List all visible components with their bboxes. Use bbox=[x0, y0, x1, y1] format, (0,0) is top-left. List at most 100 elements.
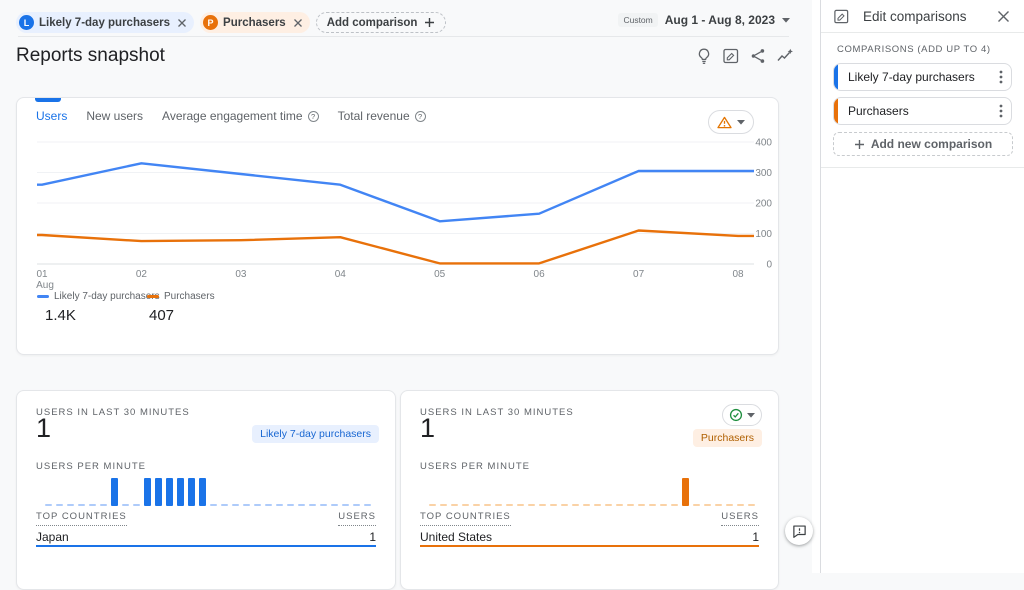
minute-bar bbox=[517, 504, 524, 506]
add-new-comparison-button[interactable]: Add new comparison bbox=[833, 132, 1013, 156]
minute-bar bbox=[671, 504, 678, 506]
country-users-value: 1 bbox=[369, 530, 376, 544]
svg-text:06: 06 bbox=[534, 269, 546, 280]
country-users-value: 1 bbox=[752, 530, 759, 544]
date-range-selector[interactable]: Custom Aug 1 - Aug 8, 2023 bbox=[618, 13, 790, 27]
minute-bar bbox=[704, 504, 711, 506]
panel-divider bbox=[821, 167, 1024, 168]
svg-text:03: 03 bbox=[235, 269, 247, 280]
insights-spark-icon[interactable] bbox=[775, 46, 795, 66]
tab-label: Users bbox=[36, 109, 67, 123]
minute-bar bbox=[199, 478, 206, 506]
remove-comparison-icon[interactable] bbox=[291, 17, 303, 28]
add-comparison-button[interactable]: Add comparison bbox=[316, 12, 447, 33]
edit-comparison-icon[interactable] bbox=[721, 46, 741, 66]
comparison-chip[interactable]: LLikely 7-day purchasers bbox=[16, 12, 194, 33]
legend-item: Likely 7-day purchasers1.4K bbox=[37, 291, 160, 324]
legend-value: 407 bbox=[149, 307, 215, 324]
close-icon[interactable] bbox=[995, 8, 1012, 25]
users-per-minute-label: USERS PER MINUTE bbox=[420, 461, 530, 472]
remove-comparison-icon[interactable] bbox=[175, 17, 187, 28]
svg-text:07: 07 bbox=[633, 269, 645, 280]
tab-users[interactable]: Users bbox=[36, 109, 67, 123]
legend-label-row: Purchasers bbox=[147, 291, 215, 302]
add-new-comparison-label: Add new comparison bbox=[871, 137, 992, 151]
minute-bar bbox=[660, 504, 667, 506]
users-30min-value: 1 bbox=[420, 413, 435, 444]
minute-bar bbox=[364, 504, 371, 506]
help-icon[interactable]: ? bbox=[308, 111, 319, 122]
data-quality-button[interactable] bbox=[708, 110, 754, 134]
check-circle-icon bbox=[729, 408, 743, 422]
tab-new-users[interactable]: New users bbox=[86, 109, 143, 123]
users-per-minute-chart bbox=[45, 476, 371, 506]
users-30min-label: USERS IN LAST 30 MINUTES bbox=[36, 407, 190, 418]
comparison-avatar: P bbox=[203, 15, 218, 30]
top-countries-header: TOP COUNTRIES USERS bbox=[420, 511, 759, 526]
kebab-menu-icon[interactable] bbox=[991, 70, 1011, 84]
minute-bar bbox=[111, 478, 118, 506]
minute-bar bbox=[166, 478, 173, 506]
edit-comparison-icon bbox=[833, 8, 850, 25]
comparisons-section-label: COMPARISONS (ADD UP TO 4) bbox=[821, 33, 1024, 63]
minute-bar bbox=[232, 504, 239, 506]
minute-bar bbox=[550, 504, 557, 506]
minute-bar bbox=[45, 504, 52, 506]
comparison-item-card[interactable]: Likely 7-day purchasers bbox=[833, 63, 1012, 91]
header-divider bbox=[18, 36, 789, 37]
country-row-accent bbox=[36, 545, 376, 547]
comparison-chip[interactable]: P Purchasers bbox=[200, 12, 310, 33]
minute-bar bbox=[298, 504, 305, 506]
svg-text:04: 04 bbox=[335, 269, 347, 280]
panel-title: Edit comparisons bbox=[863, 9, 995, 24]
users-per-minute-label: USERS PER MINUTE bbox=[36, 461, 146, 472]
tab-label: Average engagement time bbox=[162, 109, 303, 123]
minute-bar bbox=[649, 504, 656, 506]
minute-bar bbox=[583, 504, 590, 506]
tab-average-engagement-time[interactable]: Average engagement time? bbox=[162, 109, 319, 123]
top-countries-label: TOP COUNTRIES bbox=[420, 511, 511, 526]
minute-bar bbox=[605, 504, 612, 506]
minute-bar bbox=[188, 478, 195, 506]
top-countries-header: TOP COUNTRIESUSERS bbox=[36, 511, 376, 526]
svg-text:01: 01 bbox=[36, 269, 48, 280]
insights-bulb-icon[interactable] bbox=[694, 46, 714, 66]
country-row: United States 1 bbox=[420, 530, 759, 544]
comparison-color-bar bbox=[834, 64, 838, 90]
minute-bar bbox=[331, 504, 338, 506]
comparison-item-card[interactable]: Purchasers bbox=[833, 97, 1012, 125]
country-name: United States bbox=[420, 530, 492, 544]
minute-bar bbox=[440, 504, 447, 506]
date-range-type-badge: Custom bbox=[618, 13, 657, 27]
users-30min-label: USERS IN LAST 30 MINUTES bbox=[420, 407, 574, 418]
minute-bar bbox=[210, 504, 217, 506]
minute-bar bbox=[309, 504, 316, 506]
country-row: Japan1 bbox=[36, 530, 376, 544]
users-column-label: USERS bbox=[721, 511, 759, 526]
chevron-down-icon bbox=[737, 120, 745, 125]
tab-total-revenue[interactable]: Total revenue? bbox=[338, 109, 426, 123]
minute-bar bbox=[221, 504, 228, 506]
help-icon[interactable]: ? bbox=[415, 111, 426, 122]
minute-bar bbox=[287, 504, 294, 506]
minute-bar bbox=[243, 504, 250, 506]
minute-bar bbox=[561, 504, 568, 506]
chevron-down-icon bbox=[782, 18, 790, 23]
legend-item: Purchasers 407 bbox=[147, 291, 215, 324]
realtime-status-button[interactable] bbox=[722, 404, 762, 426]
minute-bar bbox=[528, 504, 535, 506]
comparison-badge: Likely 7-day purchasers bbox=[252, 425, 379, 443]
panel-header: Edit comparisons bbox=[821, 0, 1024, 33]
share-icon[interactable] bbox=[748, 46, 768, 66]
minute-bar bbox=[133, 504, 140, 506]
trend-chart-card: UsersNew usersAverage engagement time?To… bbox=[16, 97, 779, 355]
users-30min-value: 1 bbox=[36, 413, 51, 444]
comparison-chip-label: Purchasers bbox=[223, 17, 286, 29]
minute-bar bbox=[484, 504, 491, 506]
scrollbar-track[interactable] bbox=[812, 0, 820, 573]
add-comparison-label: Add comparison bbox=[327, 17, 418, 29]
comparison-chip-label: Likely 7-day purchasers bbox=[39, 17, 170, 29]
kebab-menu-icon[interactable] bbox=[991, 104, 1011, 118]
feedback-button[interactable] bbox=[785, 517, 813, 545]
comparison-color-bar bbox=[834, 98, 838, 124]
